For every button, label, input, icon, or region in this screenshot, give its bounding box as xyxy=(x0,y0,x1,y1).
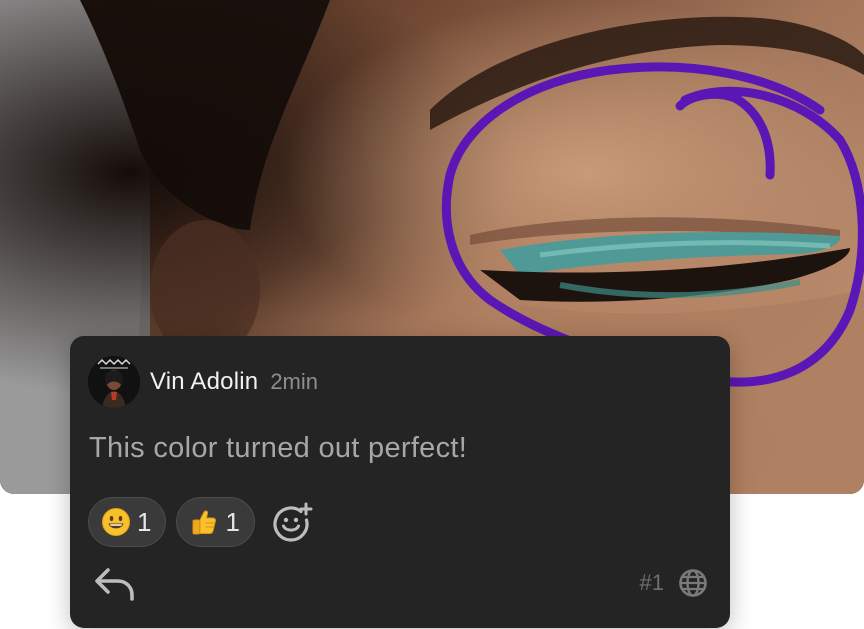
comment-header: Vin Adolin 2min xyxy=(88,356,318,408)
comment-card: Vin Adolin 2min This color turned out pe… xyxy=(70,336,730,628)
thumbs-up-icon xyxy=(192,510,217,535)
avatar-image xyxy=(88,356,140,408)
reaction-thumbs-up[interactable]: 1 xyxy=(176,497,255,547)
grinning-face-icon xyxy=(102,508,130,536)
reaction-count: 1 xyxy=(137,506,152,537)
comment-text: This color turned out perfect! xyxy=(89,432,468,464)
add-reaction-icon xyxy=(273,502,313,542)
reaction-count: 1 xyxy=(225,506,240,537)
add-reaction-button[interactable] xyxy=(269,499,315,545)
comment-number: #1 xyxy=(639,570,664,595)
reactions-bar: 1 1 xyxy=(88,497,315,547)
reply-icon xyxy=(95,568,134,601)
comment-preview: Vin Adolin 2min This color turned out pe… xyxy=(0,0,864,629)
author-name[interactable]: Vin Adolin xyxy=(150,368,258,396)
comment-meta: #1 xyxy=(640,568,708,598)
globe-icon[interactable] xyxy=(678,568,708,598)
reaction-grinning-face[interactable]: 1 xyxy=(88,497,167,547)
timestamp: 2min xyxy=(270,369,318,394)
reply-button[interactable] xyxy=(92,564,138,604)
avatar[interactable] xyxy=(88,356,140,408)
